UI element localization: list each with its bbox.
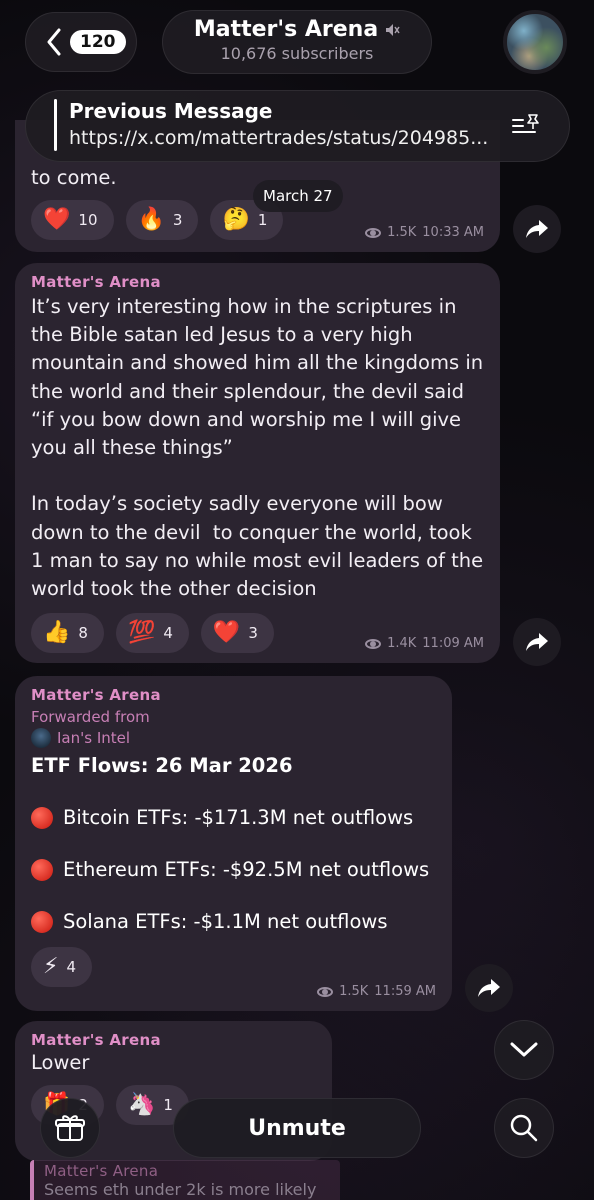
- reaction-heart[interactable]: ❤️ 10: [31, 200, 114, 241]
- red-circle-icon: [31, 806, 53, 829]
- sender-name: Matter's Arena: [31, 686, 161, 704]
- etf-line-ethereum: Ethereum ETFs: -$92.5M net outflows: [31, 858, 436, 881]
- reaction-heart[interactable]: ❤️ 3: [200, 613, 274, 654]
- back-button[interactable]: 120: [25, 12, 137, 72]
- pinned-title: Previous Message: [69, 99, 273, 123]
- date-badge: March 27: [253, 180, 343, 212]
- pinned-list-icon[interactable]: [511, 113, 541, 137]
- red-circle-icon: [31, 910, 53, 933]
- share-button-1[interactable]: [513, 205, 561, 253]
- reply-preview[interactable]: Matter's Arena Seems eth under 2k is mor…: [30, 1160, 340, 1200]
- search-button[interactable]: [494, 1098, 554, 1158]
- search-icon: [510, 1114, 538, 1142]
- message-meta: 1.5K 10:33 AM: [365, 225, 484, 240]
- reply-sender: Matter's Arena: [44, 1162, 159, 1180]
- unread-count-badge: 120: [70, 30, 126, 54]
- reaction-lightning[interactable]: ⚡ 4: [31, 947, 92, 987]
- subscriber-count: 10,676 subscribers: [220, 44, 374, 63]
- chevron-left-icon: [47, 28, 61, 56]
- share-arrow-icon: [526, 220, 548, 238]
- channel-header[interactable]: Matter's Arena 10,676 subscribers: [162, 10, 432, 74]
- message-meta: 1.4K 11:09 AM: [365, 636, 484, 651]
- reaction-thumbs-up[interactable]: 👍 8: [31, 613, 104, 654]
- forwarded-label: Forwarded from: [31, 708, 150, 726]
- etf-line-bitcoin: Bitcoin ETFs: -$171.3M net outflows: [31, 806, 436, 829]
- reaction-hundred[interactable]: 💯 4: [115, 613, 189, 654]
- reply-text: Seems eth under 2k is more likely: [44, 1180, 317, 1199]
- share-arrow-icon: [526, 633, 548, 651]
- sender-name: Matter's Arena: [31, 273, 161, 291]
- forwarded-source[interactable]: Ian's Intel: [31, 728, 436, 748]
- share-arrow-icon: [478, 979, 500, 997]
- gift-button[interactable]: [40, 1098, 100, 1158]
- etf-line-solana: Solana ETFs: -$1.1M net outflows: [31, 910, 436, 933]
- speaker-muted-icon: [386, 23, 400, 36]
- share-button-3[interactable]: [465, 964, 513, 1012]
- chevron-down-icon: [510, 1042, 538, 1057]
- pinned-link: https://x.com/mattertrades/status/204985…: [69, 127, 489, 149]
- pinned-message-bar[interactable]: Previous Message https://x.com/mattertra…: [25, 90, 570, 162]
- reaction-fire[interactable]: 🔥 3: [125, 200, 199, 241]
- pinned-indicator: [54, 99, 57, 151]
- message-meta: 1.5K 11:59 AM: [317, 984, 436, 999]
- sender-name: Matter's Arena: [31, 1031, 161, 1049]
- source-avatar: [31, 728, 51, 748]
- gift-icon: [55, 1115, 85, 1141]
- share-button-2[interactable]: [513, 618, 561, 666]
- views-eye-icon: [365, 638, 382, 649]
- views-eye-icon: [365, 227, 382, 238]
- views-eye-icon: [317, 986, 334, 997]
- message-bubble-2[interactable]: Matter's Arena It’s very interesting how…: [15, 263, 500, 663]
- channel-avatar[interactable]: [503, 10, 567, 74]
- etf-title: ETF Flows: 26 Mar 2026: [31, 754, 293, 777]
- channel-title: Matter's Arena: [193, 17, 379, 42]
- message-text: It’s very interesting how in the scriptu…: [31, 295, 484, 601]
- message-text: Lower: [31, 1051, 90, 1074]
- red-circle-icon: [31, 858, 53, 881]
- unmute-button[interactable]: Unmute: [173, 1098, 421, 1158]
- message-bubble-3[interactable]: Matter's Arena Forwarded from Ian's Inte…: [15, 676, 452, 1011]
- scroll-down-button[interactable]: [494, 1020, 554, 1080]
